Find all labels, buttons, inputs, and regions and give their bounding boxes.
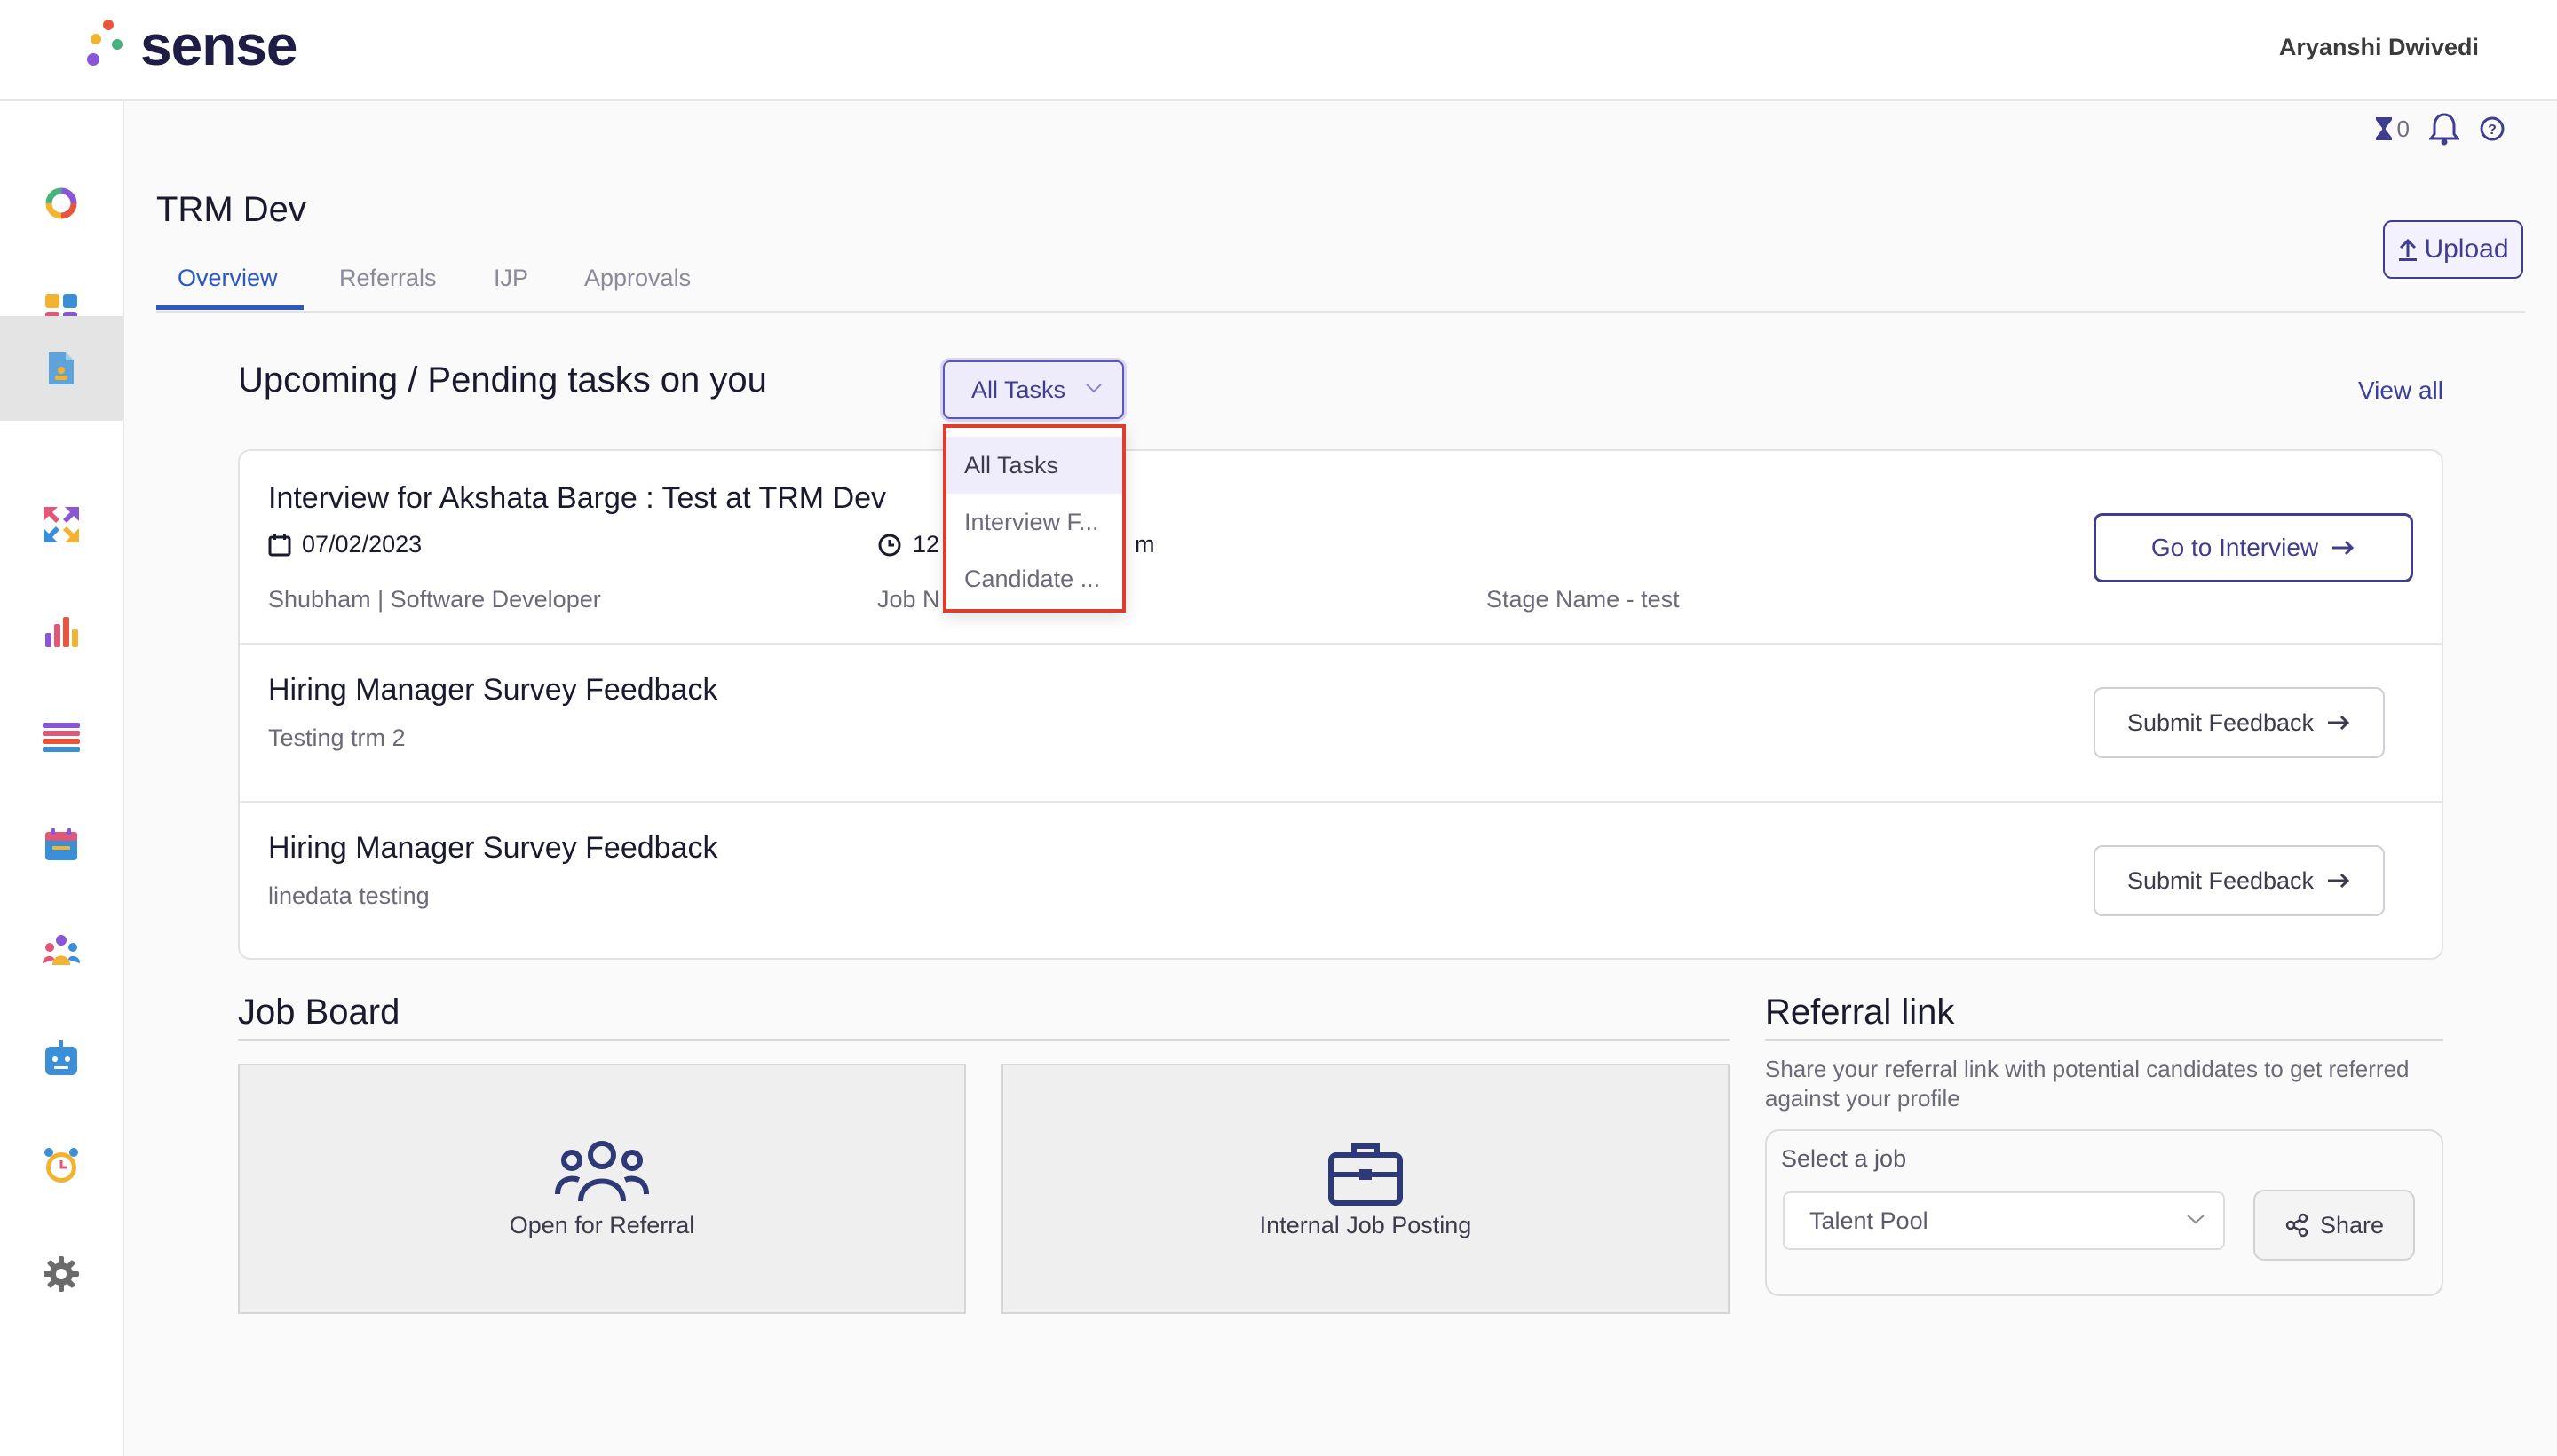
bell-icon[interactable] bbox=[2429, 112, 2459, 146]
calendar-outline-icon bbox=[268, 533, 291, 556]
referral-document-icon[interactable] bbox=[0, 316, 123, 421]
tab-approvals[interactable]: Approvals bbox=[584, 265, 691, 292]
referral-link-panel: Select a job Talent Pool Share bbox=[1765, 1129, 2443, 1296]
open-for-referral-card[interactable]: Open for Referral bbox=[238, 1064, 966, 1314]
top-bar: sense Aryanshi Dwivedi bbox=[0, 0, 2557, 101]
page-title: TRM Dev bbox=[156, 190, 306, 229]
submit-feedback-button[interactable]: Submit Feedback bbox=[2094, 687, 2385, 758]
bot-icon[interactable] bbox=[0, 1007, 123, 1112]
people-group-icon bbox=[555, 1140, 649, 1201]
chevron-down-icon bbox=[1086, 384, 1102, 393]
task-job-name: Job N bbox=[877, 586, 940, 613]
tasks-heading: Upcoming / Pending tasks on you bbox=[238, 360, 767, 400]
task-candidate: Shubham | Software Developer bbox=[268, 586, 601, 613]
svg-text:?: ? bbox=[2488, 123, 2497, 138]
briefcase-icon bbox=[1328, 1143, 1403, 1206]
select-job-label: Select a job bbox=[1781, 1145, 1907, 1172]
donut-chart-icon[interactable] bbox=[0, 151, 123, 256]
internal-job-posting-card[interactable]: Internal Job Posting bbox=[1001, 1064, 1730, 1314]
task-stage: Stage Name - test bbox=[1486, 586, 1680, 613]
bar-chart-icon[interactable] bbox=[0, 579, 123, 684]
pending-count-value: 0 bbox=[2396, 115, 2410, 142]
task-title: Hiring Manager Survey Feedback bbox=[268, 831, 718, 865]
arrow-right-icon bbox=[2332, 540, 2355, 556]
task-row: Hiring Manager Survey Feedback Testing t… bbox=[240, 645, 2442, 803]
task-time: 12 bbox=[877, 531, 939, 558]
header-icon-bar: 0 ? bbox=[2374, 112, 2506, 146]
task-time-value: 12 bbox=[913, 531, 940, 558]
gear-icon[interactable] bbox=[0, 1222, 123, 1326]
tab-bar: Overview Referrals IJP Approvals bbox=[156, 257, 2525, 313]
go-to-interview-button[interactable]: Go to Interview bbox=[2094, 513, 2413, 582]
task-date-value: 07/02/2023 bbox=[302, 531, 423, 558]
people-group-icon[interactable] bbox=[0, 898, 123, 1003]
list-icon[interactable] bbox=[0, 685, 123, 790]
tasks-card: Interview for Akshata Barge : Test at TR… bbox=[238, 449, 2443, 960]
upload-icon bbox=[2399, 238, 2418, 261]
active-tab-indicator bbox=[156, 305, 304, 310]
logo-text: sense bbox=[140, 13, 297, 77]
open-for-referral-label: Open for Referral bbox=[509, 1211, 695, 1238]
clock-icon bbox=[878, 534, 901, 556]
sense-logo[interactable]: sense bbox=[83, 16, 297, 75]
share-icon bbox=[2285, 1213, 2308, 1238]
task-subtitle: Testing trm 2 bbox=[268, 724, 406, 751]
sidebar bbox=[0, 101, 124, 1456]
job-board-divider bbox=[238, 1039, 1730, 1041]
task-title: Interview for Akshata Barge : Test at TR… bbox=[268, 481, 887, 515]
help-icon[interactable]: ? bbox=[2479, 115, 2506, 142]
user-name[interactable]: Aryanshi Dwivedi bbox=[2279, 34, 2479, 61]
task-subtitle: linedata testing bbox=[268, 882, 430, 909]
job-board-title: Job Board bbox=[238, 993, 400, 1032]
task-filter-option[interactable]: All Tasks bbox=[946, 437, 1122, 494]
task-row: Hiring Manager Survey Feedback linedata … bbox=[240, 803, 2442, 958]
job-select-value: Talent Pool bbox=[1809, 1207, 1928, 1234]
task-filter-menu: All Tasks Interview F... Candidate ... bbox=[943, 424, 1126, 613]
task-filter-dropdown[interactable]: All Tasks bbox=[943, 360, 1124, 419]
tab-overview[interactable]: Overview bbox=[178, 265, 278, 292]
job-select[interactable]: Talent Pool bbox=[1783, 1191, 2225, 1250]
share-label: Share bbox=[2319, 1211, 2385, 1238]
arrow-right-icon bbox=[2328, 873, 2350, 889]
submit-feedback-label: Submit Feedback bbox=[2126, 708, 2315, 736]
go-to-interview-label: Go to Interview bbox=[2150, 534, 2319, 561]
calendar-icon[interactable] bbox=[0, 792, 123, 897]
submit-feedback-label: Submit Feedback bbox=[2126, 866, 2315, 894]
share-button[interactable]: Share bbox=[2253, 1190, 2415, 1261]
pending-count[interactable]: 0 bbox=[2374, 115, 2410, 143]
internal-job-posting-label: Internal Job Posting bbox=[1259, 1211, 1472, 1238]
referral-link-description: Share your referral link with potential … bbox=[1765, 1056, 2410, 1112]
alarm-clock-icon[interactable] bbox=[0, 1113, 123, 1218]
task-filter-option[interactable]: Interview F... bbox=[946, 494, 1122, 550]
arrows-exchange-icon[interactable] bbox=[0, 472, 123, 577]
submit-feedback-button[interactable]: Submit Feedback bbox=[2094, 845, 2385, 916]
task-title: Hiring Manager Survey Feedback bbox=[268, 673, 718, 707]
arrow-right-icon bbox=[2328, 715, 2350, 731]
tab-ijp[interactable]: IJP bbox=[494, 265, 528, 292]
logo-dots-icon bbox=[83, 16, 128, 75]
task-filter-selected: All Tasks bbox=[971, 376, 1066, 403]
chevron-down-icon bbox=[2187, 1215, 2205, 1224]
tab-referrals[interactable]: Referrals bbox=[339, 265, 437, 292]
upload-button[interactable]: Upload bbox=[2383, 220, 2523, 279]
task-row: Interview for Akshata Barge : Test at TR… bbox=[240, 451, 2442, 645]
referral-link-title: Referral link bbox=[1765, 993, 1955, 1032]
hourglass-icon bbox=[2375, 117, 2392, 140]
referral-link-divider bbox=[1765, 1039, 2443, 1041]
task-filter-option[interactable]: Candidate ... bbox=[946, 550, 1122, 607]
upload-label: Upload bbox=[2424, 234, 2509, 264]
task-time-tail: m bbox=[1135, 531, 1155, 558]
task-date: 07/02/2023 bbox=[268, 531, 422, 558]
view-all-link[interactable]: View all bbox=[2358, 376, 2443, 405]
